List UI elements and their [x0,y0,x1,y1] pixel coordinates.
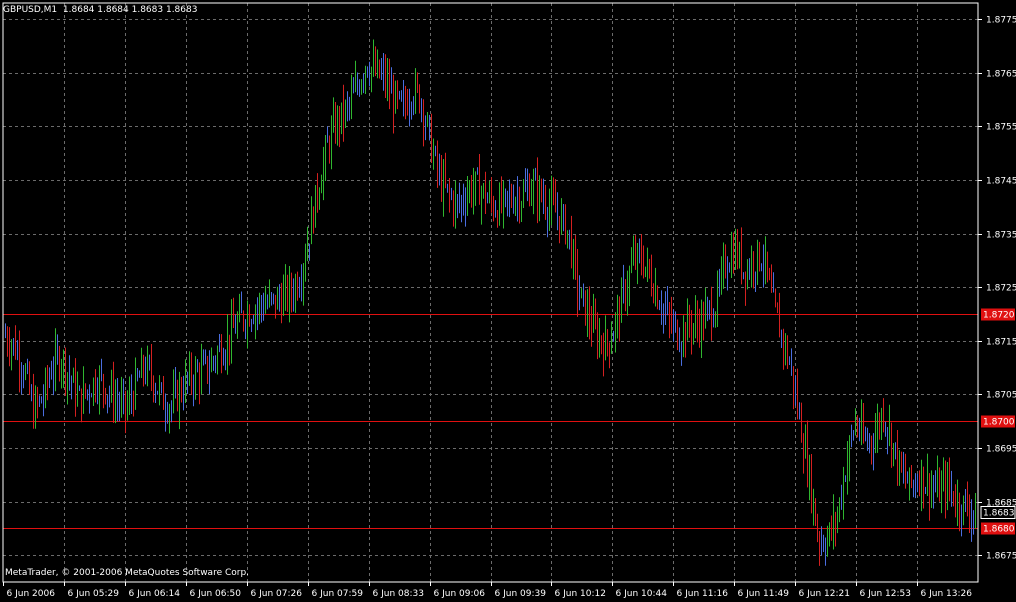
x-tick-label: 6 Jun 12:53 [860,589,911,598]
ohlc-readout: 1.8684 1.8684 1.8683 1.8683 [62,5,198,15]
chart-header: GBPUSD,M1 1.8684 1.8684 1.8683 1.8683 [3,5,197,15]
x-tick-label: 6 Jun 06:14 [129,589,181,598]
y-tick-label: 1.8725 [986,284,1016,294]
x-tick-label: 6 Jun 10:12 [555,589,606,598]
y-tick-label: 1.8765 [986,70,1016,80]
horizontal-line-label: 1.8700 [983,418,1015,428]
x-tick-label: 6 Jun 07:59 [312,589,364,598]
x-tick-label: 6 Jun 09:06 [434,589,486,598]
horizontal-line-label: 1.8680 [983,525,1015,535]
x-tick-label: 6 Jun 11:16 [677,589,729,598]
x-tick-label: 6 Jun 13:26 [921,589,973,598]
x-tick-label: 6 Jun 2006 [7,589,56,598]
x-tick-label: 6 Jun 11:49 [738,589,790,598]
y-tick-label: 1.8745 [986,177,1016,187]
y-tick-label: 1.8705 [986,391,1016,401]
price-chart[interactable]: 6 Jun 2006 6 Jun 05:29 6 Jun 06:14 6 Jun 06… [0,0,1016,599]
y-tick-label: 1.8715 [986,338,1016,348]
x-tick-label: 6 Jun 05:29 [68,589,120,598]
current-price-label: 1.8683 [983,509,1015,519]
y-tick-label: 1.8735 [986,231,1016,241]
y-tick-label: 1.8775 [986,16,1016,26]
x-tick-label: 6 Jun 07:26 [251,589,303,598]
x-tick-label: 6 Jun 12:21 [799,589,850,598]
x-tick-label: 6 Jun 10:44 [616,589,668,598]
chart-canvas[interactable]: 6 Jun 2006 6 Jun 05:29 6 Jun 06:14 6 Jun 06… [0,0,1016,599]
symbol-label: GBPUSD,M1 [3,5,58,15]
y-tick-label: 1.8695 [986,445,1016,455]
x-tick-label: 6 Jun 08:33 [373,589,424,598]
y-tick-label: 1.8675 [986,552,1016,562]
x-tick-label: 6 Jun 06:50 [190,589,242,598]
x-tick-label: 6 Jun 09:39 [495,589,547,598]
horizontal-line-label: 1.8720 [983,311,1015,321]
copyright-text: MetaTrader, © 2001-2006 MetaQuotes Softw… [5,568,250,578]
y-tick-label: 1.8755 [986,123,1016,133]
